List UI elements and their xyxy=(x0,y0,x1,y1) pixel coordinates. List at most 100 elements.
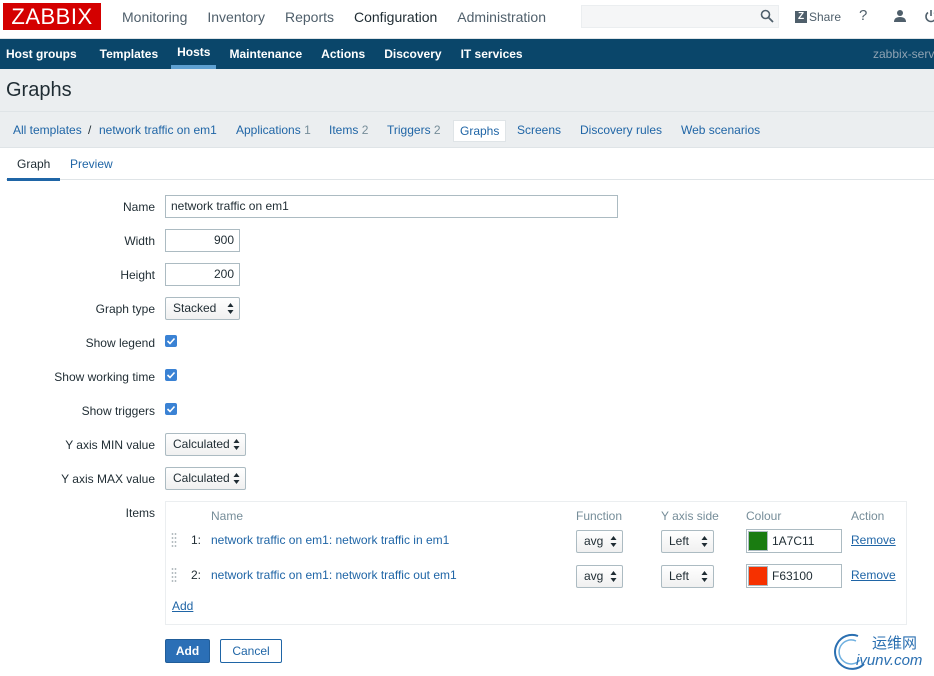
name-field[interactable]: network traffic on em1 xyxy=(165,195,618,218)
breadcrumb-triggers[interactable]: Triggers 2 xyxy=(387,123,441,137)
tab-graph[interactable]: Graph xyxy=(7,157,61,181)
select-arrows-icon xyxy=(701,536,708,547)
width-field[interactable]: 900 xyxy=(165,229,240,252)
breadcrumb-items[interactable]: Items 2 xyxy=(329,123,368,137)
sub-menu: Host groups Templates Hosts Maintenance … xyxy=(0,39,532,69)
graph-type-select[interactable]: Stacked xyxy=(165,297,240,320)
submenu-templates[interactable]: Templates xyxy=(94,39,164,69)
checkmark-icon xyxy=(166,405,176,413)
menu-inventory[interactable]: Inventory xyxy=(197,0,275,34)
breadcrumb-screens[interactable]: Screens xyxy=(517,123,561,137)
tab-preview[interactable]: Preview xyxy=(70,157,113,171)
function-select[interactable]: avg xyxy=(576,530,623,553)
add-button[interactable]: Add xyxy=(165,639,210,663)
item-name-link[interactable]: network traffic on em1: network traffic … xyxy=(211,533,449,547)
menu-administration[interactable]: Administration xyxy=(447,0,556,34)
remove-link[interactable]: Remove xyxy=(851,568,896,582)
row-number: 2: xyxy=(191,568,202,582)
function-select[interactable]: avg xyxy=(576,565,623,588)
checkmark-icon xyxy=(166,371,176,379)
search-input[interactable] xyxy=(581,5,779,28)
applications-count: 1 xyxy=(304,123,311,137)
remove-link[interactable]: Remove xyxy=(851,533,896,547)
server-name: zabbix-serv xyxy=(873,47,934,61)
submenu-hosts[interactable]: Hosts xyxy=(171,39,217,69)
breadcrumb-applications[interactable]: Applications 1 xyxy=(236,123,311,137)
ymax-value: Calculated xyxy=(173,471,230,485)
breadcrumb: All templates / network traffic on em1 A… xyxy=(0,111,934,148)
zabbix-logo[interactable]: ZABBIX xyxy=(3,3,101,30)
breadcrumb-graphs[interactable]: Graphs xyxy=(453,120,507,142)
show-working-time-label: Show working time xyxy=(54,370,155,384)
column-header-function: Function xyxy=(576,509,623,523)
share-button[interactable]: Z Share xyxy=(795,9,841,25)
y-axis-side-value: Left xyxy=(669,534,690,548)
submenu-discovery[interactable]: Discovery xyxy=(378,39,447,69)
function-value: avg xyxy=(584,569,604,583)
column-header-name: Name xyxy=(211,509,244,523)
function-value: avg xyxy=(584,534,604,548)
show-legend-label: Show legend xyxy=(85,336,155,350)
main-menu: Monitoring Inventory Reports Configurati… xyxy=(112,0,556,34)
breadcrumb-all-templates[interactable]: All templates xyxy=(13,123,82,137)
y-axis-side-value: Left xyxy=(669,569,690,583)
show-working-time-checkbox[interactable] xyxy=(165,369,177,381)
applications-label: Applications xyxy=(236,123,301,137)
items-label: Items xyxy=(125,506,155,520)
menu-monitoring[interactable]: Monitoring xyxy=(112,0,197,34)
breadcrumb-template[interactable]: network traffic on em1 xyxy=(99,123,217,137)
items-label: Items xyxy=(329,123,359,137)
y-axis-side-select[interactable]: Left xyxy=(661,565,714,588)
menu-reports[interactable]: Reports xyxy=(275,0,344,34)
ymin-value: Calculated xyxy=(173,437,230,451)
user-profile-icon[interactable] xyxy=(893,9,907,23)
share-icon: Z xyxy=(795,11,807,23)
column-header-colour: Colour xyxy=(746,509,782,523)
submenu-actions[interactable]: Actions xyxy=(315,39,371,69)
colour-picker-swatch[interactable] xyxy=(748,531,768,551)
select-arrows-icon xyxy=(227,303,234,314)
y-axis-side-select[interactable]: Left xyxy=(661,530,714,553)
help-icon[interactable]: ? xyxy=(859,7,867,24)
cancel-button[interactable]: Cancel xyxy=(220,639,282,663)
page-title: Graphs xyxy=(6,79,72,101)
height-label: Height xyxy=(120,268,155,282)
select-arrows-icon xyxy=(610,536,617,547)
drag-handle-icon[interactable] xyxy=(171,567,177,583)
search-icon[interactable] xyxy=(760,9,774,23)
graph-type-value: Stacked xyxy=(173,301,217,315)
select-arrows-icon xyxy=(233,439,240,450)
height-field[interactable]: 200 xyxy=(165,263,240,286)
items-table: Name Function Y axis side Colour Action … xyxy=(165,501,907,625)
sign-out-icon[interactable] xyxy=(924,9,934,23)
select-arrows-icon xyxy=(233,473,240,484)
watermark-en: iyunv.com xyxy=(856,652,923,669)
checkmark-icon xyxy=(166,337,176,345)
watermark-logo: 运维网 iyunv.com xyxy=(828,628,932,674)
submenu-it-services[interactable]: IT services xyxy=(455,39,529,69)
show-triggers-checkbox[interactable] xyxy=(165,403,177,415)
add-item-link[interactable]: Add xyxy=(172,599,193,613)
breadcrumb-discovery-rules[interactable]: Discovery rules xyxy=(580,123,662,137)
width-label: Width xyxy=(124,234,155,248)
ymax-select[interactable]: Calculated xyxy=(165,467,246,490)
select-arrows-icon xyxy=(610,571,617,582)
column-header-action: Action xyxy=(851,509,885,523)
colour-picker-swatch[interactable] xyxy=(748,566,768,586)
share-label: Share xyxy=(809,10,842,24)
triggers-count: 2 xyxy=(433,123,441,137)
ymin-select[interactable]: Calculated xyxy=(165,433,246,456)
ymin-label: Y axis MIN value xyxy=(65,438,155,452)
sub-menu-bar: Host groups Templates Hosts Maintenance … xyxy=(0,39,934,69)
drag-handle-icon[interactable] xyxy=(171,532,177,548)
item-name-link[interactable]: network traffic on em1: network traffic … xyxy=(211,568,457,582)
submenu-maintenance[interactable]: Maintenance xyxy=(223,39,308,69)
menu-configuration[interactable]: Configuration xyxy=(344,0,447,34)
graph-type-label: Graph type xyxy=(95,302,155,316)
ymax-label: Y axis MAX value xyxy=(61,472,155,486)
show-legend-checkbox[interactable] xyxy=(165,335,177,347)
top-header: ZABBIX Monitoring Inventory Reports Conf… xyxy=(0,0,934,39)
breadcrumb-web-scenarios[interactable]: Web scenarios xyxy=(681,123,760,137)
submenu-host-groups[interactable]: Host groups xyxy=(0,39,83,69)
triggers-label: Triggers xyxy=(387,123,431,137)
